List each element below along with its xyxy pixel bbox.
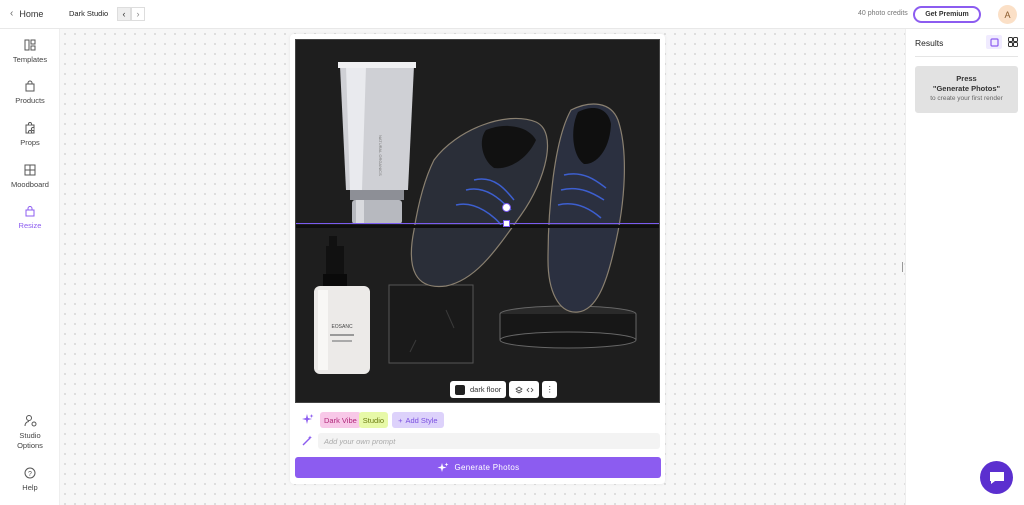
generate-label: Generate Photos	[454, 463, 520, 472]
sidebar-item-label: Help	[22, 483, 38, 492]
floor-tools	[509, 381, 540, 398]
home-link[interactable]: ‹ Home	[10, 8, 43, 19]
style-tag-dark-vibe[interactable]: Dark Vibe	[320, 412, 361, 428]
history-controls: ‹ ›	[117, 7, 145, 21]
grid-icon	[1008, 37, 1018, 47]
scene-preview[interactable]: NATURAL ORGANICS EOSANC	[295, 39, 660, 403]
sidebar-item-label: Products	[15, 96, 45, 105]
sidebar-item-products[interactable]: Products	[0, 80, 60, 105]
prompt-input[interactable]: Add your own prompt	[318, 433, 660, 449]
serum-bottle[interactable]: EOSANC	[314, 236, 370, 374]
puzzle-icon	[25, 122, 35, 134]
project-name[interactable]: Dark Studio	[69, 9, 108, 18]
sidebar-item-studio-options[interactable]: Studio Options	[0, 414, 60, 451]
home-label: Home	[19, 8, 44, 19]
moodboard-icon	[24, 164, 36, 176]
sidebar-item-label: Resize	[18, 221, 42, 230]
floor-toolbar: dark floor ⋮	[450, 381, 558, 398]
sparkle-icon	[302, 414, 314, 424]
empty-line-1: Press	[956, 74, 977, 83]
sidebar-item-templates[interactable]: Templates	[0, 39, 60, 64]
help-icon: ?	[24, 467, 36, 479]
sparkle-icon	[437, 462, 448, 472]
add-style-label: Add Style	[405, 415, 438, 425]
divider	[915, 56, 1018, 57]
style-tags: Dark Vibe Studio + Add Style	[320, 412, 444, 428]
undo-button[interactable]: ‹	[117, 7, 131, 21]
chat-icon	[989, 471, 1004, 484]
magic-wand-icon	[302, 435, 312, 446]
horizon-drag-handle[interactable]	[502, 203, 511, 212]
bottle-brand-text: EOSANC	[331, 324, 353, 330]
sidebar-item-label: Studio Options	[17, 431, 43, 450]
sidebar-item-label: Props	[20, 138, 40, 147]
layers-icon[interactable]	[515, 386, 523, 394]
style-tag-studio[interactable]: Studio	[358, 412, 389, 428]
results-title: Results	[915, 38, 944, 48]
square-pedestal[interactable]	[388, 284, 474, 364]
tube-brand-text: NATURAL ORGANICS	[378, 135, 383, 176]
generate-photos-button[interactable]: Generate Photos	[295, 457, 661, 478]
empty-line-2: "Generate Photos"	[932, 84, 1001, 93]
chat-button[interactable]	[980, 461, 1013, 494]
floor-label: dark floor	[470, 385, 502, 394]
empty-line-3: to create your first render	[930, 95, 1003, 102]
top-bar: ‹ Home Dark Studio ‹ › 40 photo credits …	[0, 0, 1024, 29]
sidebar-item-label: Templates	[12, 55, 48, 64]
sidebar: Templates Products Props Moodboard Resiz…	[0, 29, 60, 505]
plus-icon: +	[398, 415, 403, 425]
floor-horizon	[296, 225, 659, 228]
more-options-button[interactable]: ⋮	[542, 381, 558, 398]
avatar[interactable]: A	[998, 5, 1017, 24]
single-view-button[interactable]	[986, 35, 1002, 49]
sidebar-item-props[interactable]: Props	[0, 122, 60, 147]
sidebar-item-moodboard[interactable]: Moodboard	[0, 164, 60, 189]
sidebar-item-label: Moodboard	[11, 180, 49, 189]
redo-button[interactable]: ›	[131, 7, 145, 21]
horizon-resize-handle[interactable]	[503, 220, 510, 227]
floor-selector[interactable]: dark floor	[450, 381, 507, 398]
get-premium-button[interactable]: Get Premium	[913, 6, 981, 23]
grid-view-button[interactable]	[1005, 35, 1021, 49]
results-panel: Results Press "Generate Photos" to creat…	[905, 29, 1024, 505]
sidebar-item-resize[interactable]: Resize	[0, 205, 60, 230]
square-icon	[989, 37, 999, 47]
code-icon[interactable]	[526, 386, 534, 394]
svg-text:?: ?	[28, 471, 32, 478]
chevron-left-icon: ‹	[10, 8, 14, 19]
sidebar-item-help[interactable]: ? Help	[0, 467, 60, 492]
add-style-button[interactable]: + Add Style	[392, 412, 444, 428]
photo-credits: 40 photo credits	[858, 10, 908, 17]
view-toggle	[986, 35, 1021, 49]
horizon-guide-line[interactable]	[296, 223, 659, 224]
round-pedestal[interactable]	[499, 305, 637, 349]
lock-icon	[25, 206, 35, 217]
floor-color-swatch	[455, 384, 465, 395]
templates-icon	[24, 39, 36, 51]
bag-icon	[25, 80, 35, 92]
cosmetic-tube[interactable]: NATURAL ORGANICS	[338, 62, 416, 224]
leather-shoes[interactable]	[410, 103, 625, 313]
more-vertical-icon: ⋮	[545, 384, 554, 394]
scene-illustration: NATURAL ORGANICS EOSANC	[314, 62, 637, 374]
empty-results-message: Press "Generate Photos" to create your f…	[915, 66, 1018, 113]
studio-options-icon	[24, 415, 36, 427]
